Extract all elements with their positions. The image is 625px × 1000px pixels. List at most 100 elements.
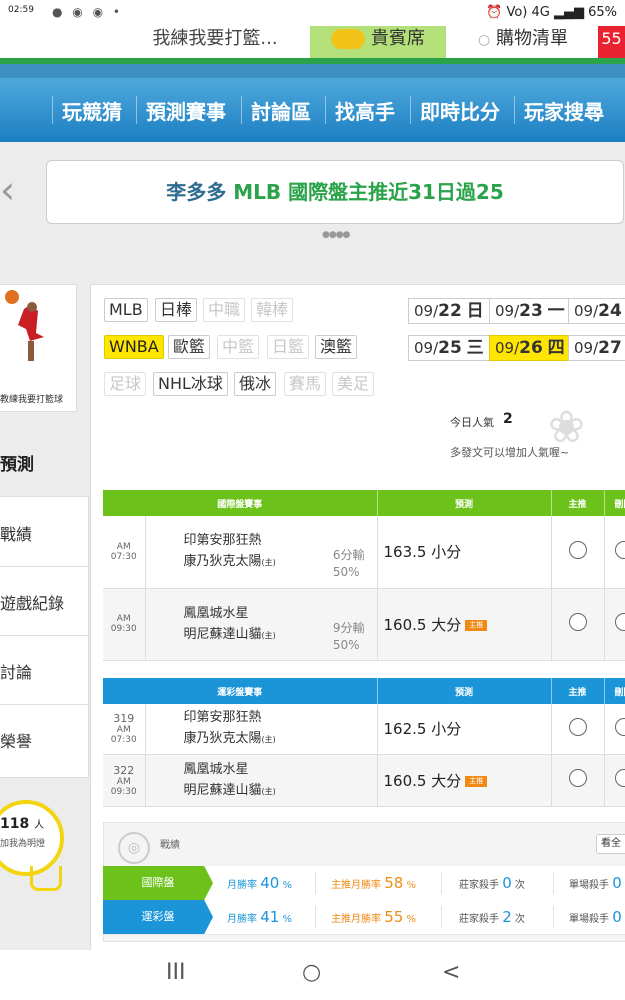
date-chip[interactable]: 09/27 五 (568, 335, 625, 361)
delete-cell (604, 704, 625, 755)
nav-separator (241, 96, 242, 124)
main-nav: 玩競猜 預測賽事 討論區 找高手 即時比分 玩家搜尋 (0, 78, 625, 142)
away-team: 印第安那狂熱 (183, 710, 262, 726)
home-tag: (主) (261, 558, 276, 568)
tab-badge[interactable]: 55 (598, 26, 625, 58)
nav-separator (325, 96, 326, 124)
sport-chip[interactable]: MLB (104, 298, 148, 322)
matchup: 印第安那狂熱 康乃狄克太陽(主) (145, 704, 378, 755)
killer-label: 莊家殺手 (459, 880, 499, 891)
banner-headline[interactable]: 李多多 MLB 國際盤主推近31日過25 (46, 160, 624, 224)
col-header-delete: 刪除 (604, 678, 625, 704)
delete-radio[interactable] (614, 717, 625, 736)
prediction-value: 163.5 小分 (383, 543, 462, 562)
hot-radio[interactable] (568, 540, 587, 559)
recent-apps-icon[interactable]: III (166, 960, 185, 985)
sport-chip[interactable]: 美足 (332, 372, 375, 396)
prediction-cell: 160.5 大分 主推 (377, 754, 552, 807)
sport-chip[interactable]: 中籃 (217, 335, 260, 359)
date-chip[interactable]: 09/22 日 (408, 298, 490, 324)
view-all-button[interactable]: 看全 (596, 834, 625, 854)
delete-radio[interactable] (614, 540, 625, 559)
side-item-label: 榮譽 (0, 732, 33, 751)
side-item-game-log[interactable]: 遊戲紀錄 (0, 566, 88, 636)
sport-chip[interactable]: 賽馬 (284, 372, 327, 396)
username[interactable]: 教練我要打籃球 (0, 392, 63, 405)
side-menu: 戰績 遊戲紀錄 討論 榮譽 (0, 496, 89, 778)
date-chip[interactable]: 09/23 一 (489, 298, 571, 324)
game-id: 322 (113, 763, 135, 777)
target-icon: ◎ (118, 832, 150, 864)
delete-radio[interactable] (614, 769, 625, 787)
killer-label: 莊家殺手 (459, 914, 499, 925)
killer-value: 0 (502, 874, 512, 892)
sport-chip[interactable]: WNBA (104, 335, 164, 359)
hot-badge: 主推 (465, 775, 488, 787)
hot-radio[interactable] (568, 613, 587, 631)
clock: 02:59 (8, 5, 34, 15)
tab-my-basketball[interactable]: 我練我要打籃... (125, 26, 305, 58)
spread-line: 9分輸 (332, 620, 365, 635)
table-header: 國際盤賽事 預測 主推 刪除 (103, 490, 625, 516)
date-chip[interactable]: 09/26 四 (489, 335, 571, 361)
game-time-text: AM 07:30 (110, 725, 137, 746)
home-tag: (主) (261, 735, 276, 745)
hot-radio[interactable] (568, 717, 587, 736)
date-chip[interactable]: 09/24 二 (568, 298, 625, 324)
banker-killer: 莊家殺手 2 次 (459, 900, 525, 934)
nav-live-score[interactable]: 即時比分 (420, 96, 500, 125)
system-nav-bar: III ○ < (0, 950, 625, 1000)
home-team: 明尼蘇達山貓 (183, 782, 262, 798)
side-item-record[interactable]: 戰績 (0, 497, 88, 567)
prediction-cell: 163.5 小分 (377, 516, 552, 589)
date-month: 09/ (414, 302, 439, 320)
date-day: 23 (519, 301, 543, 321)
nav-player-search[interactable]: 玩家搜尋 (524, 96, 604, 125)
prediction-cell: 162.5 小分 (377, 704, 552, 755)
col-header-hot: 主推 (551, 678, 605, 704)
sport-chip[interactable]: 韓棒 (251, 298, 294, 322)
tab-shopping-list[interactable]: ○ 購物清單 (456, 26, 590, 58)
date-chip[interactable]: 09/25 三 (408, 335, 490, 361)
prediction-value: 160.5 大分 (383, 771, 462, 790)
home-icon[interactable]: ○ (302, 960, 321, 985)
date-day: 26 (519, 338, 543, 358)
hot-radio[interactable] (568, 769, 587, 787)
side-item-honor[interactable]: 榮譽 (0, 704, 88, 773)
tab-vip[interactable]: 貴賓席 (310, 26, 446, 58)
sport-chip[interactable]: 日棒 (155, 298, 198, 322)
spread-info: 9分輸 50% (333, 620, 365, 654)
sport-chip[interactable]: 中職 (203, 298, 246, 322)
sport-chip[interactable]: 俄冰 (234, 372, 277, 396)
status-bar: 02:59 ● ◉ ◉ • ⏰ Vo) 4G ▂▄▆ 65% (0, 0, 625, 26)
delete-radio[interactable] (614, 613, 625, 631)
nav-guess[interactable]: 玩競猜 (62, 96, 122, 125)
pct-unit: % (406, 914, 416, 925)
col-header-delete: 刪除 (604, 490, 625, 516)
sport-chip[interactable]: 足球 (104, 372, 147, 396)
hot-cell (551, 516, 605, 589)
monthly-rate: 月勝率 40 % (227, 866, 292, 900)
back-icon[interactable]: < (442, 960, 460, 985)
chevron-left-icon[interactable]: ‹ (0, 168, 15, 212)
follow-hint[interactable]: 加我為明燈 (0, 836, 45, 849)
hot-value: 55 (384, 908, 404, 926)
col-header-prediction: 預測 (377, 490, 552, 516)
spread-line: 6分輸 (332, 548, 365, 562)
side-item-discussion[interactable]: 討論 (0, 635, 88, 705)
away-team: 鳳凰城水星 (183, 761, 249, 777)
prediction-value: 162.5 小分 (383, 720, 462, 739)
nav-separator (514, 96, 515, 124)
sport-chip[interactable]: 日籃 (267, 335, 310, 359)
nav-experts[interactable]: 找高手 (335, 96, 395, 125)
matchup: 印第安那狂熱 康乃狄克太陽(主) 6分輸 50% (145, 516, 378, 589)
single-value: 0 (612, 908, 622, 926)
game-time: 319 AM 07:30 (103, 704, 146, 755)
sport-chip[interactable]: 歐籃 (168, 335, 211, 359)
sport-chip[interactable]: 澳籃 (315, 335, 358, 359)
record-title: 戰績 (160, 840, 180, 851)
notification-icons: ● ◉ ◉ • (52, 5, 123, 19)
nav-predict[interactable]: 預測賽事 (146, 96, 226, 125)
nav-forum[interactable]: 討論區 (251, 96, 311, 125)
sport-chip[interactable]: NHL冰球 (153, 372, 228, 396)
